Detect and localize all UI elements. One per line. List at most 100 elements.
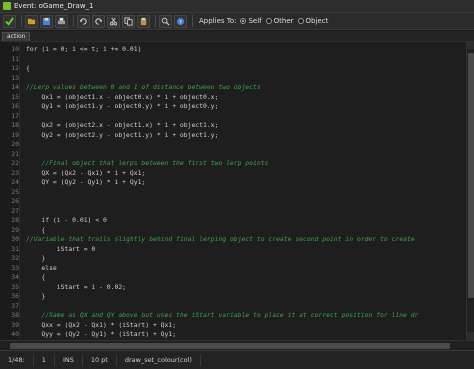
status-position: 1/48: bbox=[0, 354, 34, 366]
radio-self[interactable]: Self bbox=[240, 17, 262, 25]
code-line[interactable]: 16 Qy1 = (object1.y - object0.y) * i + o… bbox=[0, 101, 466, 111]
horizontal-scroll-thumb[interactable] bbox=[10, 343, 450, 349]
code-text[interactable]: Qxx = (Qx2 - Qx1) * (iStart) + Qx1; bbox=[26, 320, 176, 330]
code-line[interactable]: 39 Qxx = (Qx2 - Qx1) * (iStart) + Qx1; bbox=[0, 320, 466, 330]
scroll-up-button[interactable] bbox=[467, 41, 474, 49]
radio-object-indicator[interactable] bbox=[297, 18, 304, 24]
code-text[interactable]: } bbox=[26, 253, 45, 263]
code-line[interactable]: 33 else bbox=[0, 263, 466, 273]
line-number: 25 bbox=[11, 187, 19, 196]
code-comment[interactable]: //Variable that trails slightly behind f… bbox=[26, 234, 415, 244]
line-number: 21 bbox=[11, 149, 19, 158]
find-icon[interactable] bbox=[159, 14, 172, 28]
line-number: 38 bbox=[11, 311, 19, 319]
code-line[interactable]: 36 } bbox=[0, 291, 466, 301]
tab-action[interactable]: action bbox=[2, 32, 31, 41]
code-line[interactable]: 21 bbox=[0, 149, 466, 159]
redo-icon[interactable] bbox=[92, 14, 105, 28]
code-line[interactable]: 35 iStart = i - 0.02; bbox=[0, 282, 466, 292]
open-folder-icon[interactable] bbox=[25, 14, 38, 28]
code-line[interactable]: 10 for (i = 0; i <= t; i += 0.01) bbox=[0, 44, 466, 54]
code-line[interactable]: 17 bbox=[0, 111, 466, 121]
code-line[interactable]: 26 bbox=[0, 196, 466, 206]
app-icon bbox=[3, 2, 11, 10]
code-comment[interactable]: //Same as QX and QY above but uses the i… bbox=[26, 310, 418, 320]
line-number: 19 bbox=[11, 130, 19, 139]
code-line[interactable]: 30 //Variable that trails slightly behind… bbox=[0, 234, 466, 244]
save-icon[interactable] bbox=[40, 14, 53, 28]
applies-to-label: Applies To: bbox=[199, 17, 237, 25]
ok-check-icon[interactable] bbox=[3, 14, 16, 28]
code-text[interactable]: Qyy = (Qy2 - Qy1) * (iStart) + Qy1; bbox=[26, 329, 176, 339]
code-line[interactable]: 29 { bbox=[0, 225, 466, 235]
code-line[interactable]: 14 //Lerp values between 0 and 1 of dista… bbox=[0, 82, 466, 92]
code-line[interactable]: 11 bbox=[0, 54, 466, 64]
code-text[interactable]: if (i - 0.01) < 0 bbox=[26, 215, 106, 225]
line-number: 34 bbox=[11, 273, 19, 281]
line-number: 22 bbox=[11, 159, 19, 167]
code-comment[interactable]: //Final object that lerps between the fi… bbox=[26, 158, 268, 168]
code-line[interactable]: 15 Qx1 = (object1.x - object0.x) * i + o… bbox=[0, 92, 466, 102]
code-line[interactable]: 22 //Final object that lerps between the… bbox=[0, 158, 466, 168]
code-line[interactable]: 38 //Same as QX and QY above but uses th… bbox=[0, 310, 466, 320]
code-text[interactable]: Qy2 = (object2.y - object1.y) * i + obje… bbox=[26, 130, 218, 140]
scroll-down-button[interactable] bbox=[467, 332, 474, 340]
code-text[interactable]: } bbox=[26, 291, 45, 301]
help-icon[interactable]: ? bbox=[174, 14, 187, 28]
line-number: 20 bbox=[11, 140, 19, 148]
undo-icon[interactable] bbox=[77, 14, 90, 28]
code-line[interactable]: 18 Qx2 = (object2.x - object1.x) * i + o… bbox=[0, 120, 466, 130]
code-line[interactable]: 28 if (i - 0.01) < 0 bbox=[0, 215, 466, 225]
radio-object[interactable]: Object bbox=[297, 17, 329, 25]
vertical-scroll-thumb[interactable] bbox=[468, 53, 474, 298]
code-text[interactable]: iStart = 0 bbox=[26, 244, 96, 254]
code-line[interactable]: 24 QY = (Qy2 - Qy1) * i + Qy1; bbox=[0, 177, 466, 187]
line-number: 15 bbox=[11, 92, 19, 101]
code-text[interactable]: { bbox=[26, 63, 30, 73]
line-number: 11 bbox=[11, 54, 19, 63]
print-icon[interactable] bbox=[55, 14, 68, 28]
applies-to-group: Applies To: Self Other Object bbox=[199, 17, 328, 25]
code-line[interactable]: 19 Qy2 = (object2.y - object1.y) * i + o… bbox=[0, 130, 466, 140]
code-line[interactable]: 40 Qyy = (Qy2 - Qy1) * (iStart) + Qy1; bbox=[0, 329, 466, 339]
copy-icon[interactable] bbox=[122, 14, 135, 28]
line-number: 26 bbox=[11, 197, 19, 205]
code-line[interactable]: 25 bbox=[0, 187, 466, 197]
code-text[interactable]: Qx2 = (object2.x - object1.x) * i + obje… bbox=[26, 120, 218, 130]
line-number: 39 bbox=[11, 320, 19, 329]
code-text[interactable]: Qx1 = (object1.x - object0.x) * i + obje… bbox=[26, 92, 218, 102]
radio-self-indicator[interactable] bbox=[240, 18, 247, 24]
code-comment[interactable]: //Lerp values between 0 and 1 of distanc… bbox=[26, 82, 261, 92]
code-text[interactable]: QX = (Qx2 - Qx1) * i + Qx1; bbox=[26, 168, 145, 178]
code-text[interactable]: else bbox=[26, 263, 56, 273]
vertical-scrollbar[interactable] bbox=[466, 41, 474, 340]
radio-other-label: Other bbox=[273, 17, 294, 25]
line-number: 18 bbox=[11, 121, 19, 129]
paste-icon[interactable] bbox=[137, 14, 150, 28]
code-text[interactable]: for (i = 0; i <= t; i += 0.01) bbox=[26, 44, 141, 54]
code-editor[interactable]: 10 for (i = 0; i <= t; i += 0.01) 11 12{13 1… bbox=[0, 41, 466, 340]
toolbar-separator bbox=[192, 15, 193, 27]
line-number: 16 bbox=[11, 102, 19, 110]
code-line[interactable]: 34 { bbox=[0, 272, 466, 282]
status-mode: INS bbox=[55, 354, 83, 366]
horizontal-scrollbar[interactable] bbox=[0, 340, 474, 350]
code-line[interactable]: 12 { bbox=[0, 63, 466, 73]
code-line[interactable]: 13 bbox=[0, 73, 466, 83]
radio-object-label: Object bbox=[305, 17, 329, 25]
code-text[interactable]: { bbox=[26, 225, 45, 235]
code-line[interactable]: 27 bbox=[0, 206, 466, 216]
code-text[interactable]: { bbox=[26, 272, 45, 282]
code-line[interactable]: 23 QX = (Qx2 - Qx1) * i + Qx1; bbox=[0, 168, 466, 178]
code-text[interactable]: iStart = i - 0.02; bbox=[26, 282, 126, 292]
code-line[interactable]: 20 bbox=[0, 139, 466, 149]
code-line[interactable]: 31 iStart = 0 bbox=[0, 244, 466, 254]
radio-other-indicator[interactable] bbox=[265, 18, 272, 24]
code-line[interactable]: 32 } bbox=[0, 253, 466, 263]
code-line[interactable]: 37 bbox=[0, 301, 466, 311]
line-number: 31 bbox=[11, 244, 19, 253]
cut-icon[interactable] bbox=[107, 14, 120, 28]
code-text[interactable]: Qy1 = (object1.y - object0.y) * i + obje… bbox=[26, 101, 218, 111]
code-text[interactable]: QY = (Qy2 - Qy1) * i + Qy1; bbox=[26, 177, 145, 187]
radio-other[interactable]: Other bbox=[265, 17, 294, 25]
